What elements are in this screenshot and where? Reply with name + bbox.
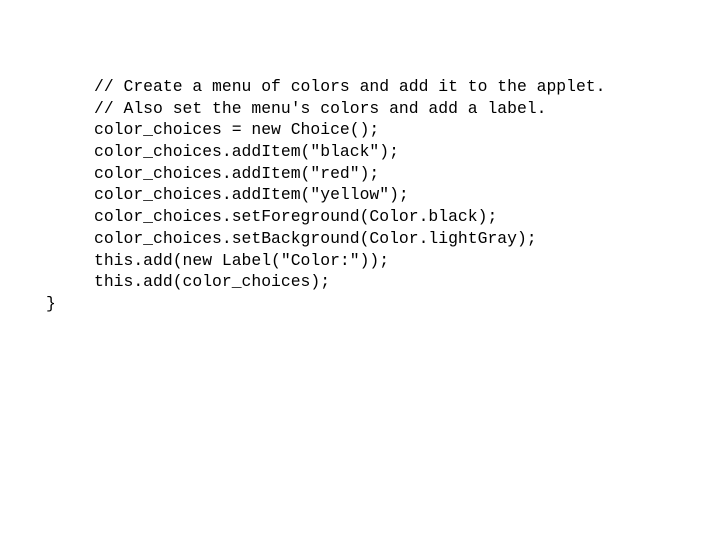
code-line: this.add(color_choices); [94, 272, 331, 292]
code-block: // Create a menu of colors and add it to… [46, 76, 706, 315]
code-line: } [46, 293, 56, 313]
code-line: this.add(new Label("Color:")); [94, 250, 390, 270]
code-line: // Also set the menu's colors and add a … [94, 98, 547, 118]
code-line: color_choices.addItem("black"); [94, 142, 399, 162]
code-line: color_choices.addItem("red"); [94, 163, 380, 183]
code-line: // Create a menu of colors and add it to… [94, 77, 606, 96]
slide-canvas: // Create a menu of colors and add it to… [0, 0, 720, 540]
code-line: color_choices = new Choice(); [94, 120, 380, 140]
code-line: color_choices.setBackground(Color.lightG… [94, 228, 537, 248]
code-line: color_choices.addItem("yellow"); [94, 185, 409, 205]
code-line: color_choices.setForeground(Color.black)… [94, 207, 498, 227]
